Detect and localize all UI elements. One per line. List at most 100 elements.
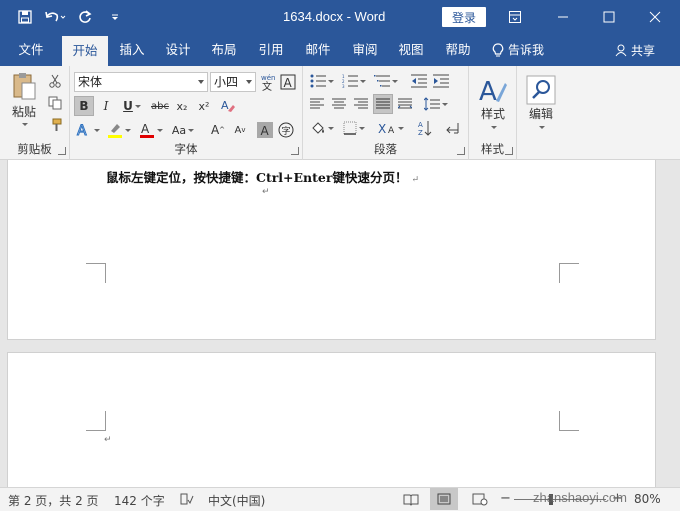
tab-review[interactable]: 审阅 [343, 34, 387, 66]
justify-icon[interactable] [373, 94, 393, 114]
character-border-icon[interactable]: A [279, 71, 297, 93]
styles-launcher-icon[interactable] [505, 147, 513, 155]
paragraph-mark: ↵ [262, 187, 270, 197]
clear-formatting-icon[interactable]: A [218, 96, 238, 116]
tab-file[interactable]: 文件 [8, 34, 54, 66]
login-button[interactable]: 登录 [442, 7, 486, 27]
svg-text:A: A [141, 122, 150, 136]
font-name-combo[interactable]: 宋体 [74, 72, 208, 92]
font-size-combo[interactable]: 小四 [210, 72, 256, 92]
close-icon[interactable] [632, 0, 678, 34]
maximize-icon[interactable] [586, 0, 632, 34]
zoom-out-button[interactable]: − [500, 491, 511, 506]
document-text-line[interactable]: 鼠标左键定位，按快捷键：Ctrl+Enter键快速分页！ ↵ [106, 167, 419, 186]
underline-button[interactable]: U [118, 96, 146, 116]
undo-icon[interactable] [42, 7, 68, 27]
multilevel-list-icon[interactable] [371, 71, 401, 91]
paragraph-group: 123 X A A Z 段落 [303, 66, 469, 160]
superscript-button[interactable]: x² [194, 96, 214, 116]
line-spacing-icon[interactable] [421, 94, 451, 114]
font-launcher-icon[interactable] [291, 147, 299, 155]
grow-font-button[interactable]: A ^ [208, 120, 228, 140]
save-icon[interactable] [12, 7, 38, 27]
svg-text:A: A [418, 121, 423, 129]
italic-button[interactable]: I [96, 96, 116, 116]
paragraph-launcher-icon[interactable] [457, 147, 465, 155]
tab-mailings[interactable]: 邮件 [296, 34, 340, 66]
styles-button[interactable]: A 样式 [473, 70, 513, 134]
clipboard-group: 粘贴 剪贴板 [0, 66, 70, 160]
tab-insert[interactable]: 插入 [110, 34, 154, 66]
character-shading-icon[interactable]: A [256, 120, 274, 140]
show-marks-icon[interactable] [443, 118, 463, 138]
person-icon [615, 44, 627, 56]
shrink-font-button[interactable]: Av [230, 120, 250, 140]
word-count[interactable]: 142 个字 [114, 492, 165, 509]
crop-mark-bottom-left [86, 411, 106, 431]
tab-design[interactable]: 设计 [156, 34, 200, 66]
tell-me-box[interactable]: 告诉我 [492, 34, 544, 66]
tab-view[interactable]: 视图 [389, 34, 433, 66]
text-effects-icon[interactable]: A [74, 120, 102, 140]
align-center-icon[interactable] [329, 94, 349, 114]
strikethrough-button[interactable]: abc [150, 96, 170, 116]
clipboard-launcher-icon[interactable] [58, 147, 66, 155]
minimize-icon[interactable] [540, 0, 586, 34]
editing-group: 编辑 [517, 66, 565, 160]
change-case-button[interactable]: Aa [168, 120, 198, 140]
lightbulb-icon [492, 42, 504, 56]
proofing-icon[interactable] [180, 493, 194, 509]
editing-label: 编辑 [528, 107, 553, 121]
tab-help[interactable]: 帮助 [436, 34, 480, 66]
align-left-icon[interactable] [307, 94, 327, 114]
editing-button[interactable]: 编辑 [523, 70, 559, 134]
distributed-icon[interactable] [395, 94, 415, 114]
shading-icon[interactable] [307, 118, 337, 138]
document-area[interactable]: 鼠标左键定位，按快捷键：Ctrl+Enter键快速分页！ ↵ ↵ ↵ [0, 160, 680, 487]
phonetic-guide-icon[interactable]: wén 文 [259, 71, 277, 93]
subscript-button[interactable]: x₂ [172, 96, 192, 116]
tab-layout[interactable]: 布局 [202, 34, 246, 66]
decrease-indent-icon[interactable] [409, 71, 429, 91]
svg-text:X: X [378, 122, 386, 135]
svg-text:A: A [221, 99, 229, 112]
quick-access-toolbar [12, 7, 128, 27]
paragraph-group-label: 段落 [374, 142, 397, 156]
font-color-icon[interactable]: A [136, 120, 166, 140]
page-1[interactable]: 鼠标左键定位，按快捷键：Ctrl+Enter键快速分页！ ↵ ↵ [7, 160, 656, 340]
page-indicator[interactable]: 第 2 页，共 2 页 [8, 492, 99, 509]
zoom-level[interactable]: 80% [634, 492, 661, 506]
share-button[interactable]: 共享 [615, 34, 655, 66]
increase-indent-icon[interactable] [431, 71, 451, 91]
tell-me-label: 告诉我 [508, 43, 545, 57]
highlight-color-icon[interactable] [104, 120, 134, 140]
svg-text:A: A [388, 126, 395, 135]
numbering-icon[interactable]: 123 [339, 71, 369, 91]
styles-dropdown-icon [491, 126, 497, 129]
cut-icon[interactable] [46, 72, 64, 90]
enclose-characters-icon[interactable]: 字 [277, 120, 295, 140]
format-painter-icon[interactable] [46, 116, 64, 134]
bold-button[interactable]: B [74, 96, 94, 116]
crop-mark-top-left [86, 263, 106, 283]
print-layout-icon[interactable] [430, 488, 458, 510]
read-mode-icon[interactable] [403, 493, 419, 509]
borders-icon[interactable] [339, 118, 369, 138]
tab-home[interactable]: 开始 [62, 36, 108, 66]
sort-icon[interactable]: AZ [415, 118, 435, 138]
bullets-icon[interactable] [307, 71, 337, 91]
language-indicator[interactable]: 中文(中国) [208, 492, 265, 509]
paste-button[interactable]: 粘贴 [6, 70, 42, 126]
svg-text:文: 文 [262, 80, 272, 91]
align-right-icon[interactable] [351, 94, 371, 114]
customize-qat-icon[interactable] [102, 7, 128, 27]
svg-text:A: A [284, 76, 293, 90]
web-layout-icon[interactable] [472, 493, 488, 509]
styles-icon: A [479, 77, 507, 105]
page-2[interactable]: ↵ [7, 352, 656, 487]
tab-references[interactable]: 引用 [249, 34, 293, 66]
copy-icon[interactable] [46, 94, 64, 112]
redo-icon[interactable] [72, 7, 98, 27]
ribbon-display-icon[interactable] [492, 0, 538, 34]
chinese-layout-icon[interactable]: XA [375, 118, 407, 138]
